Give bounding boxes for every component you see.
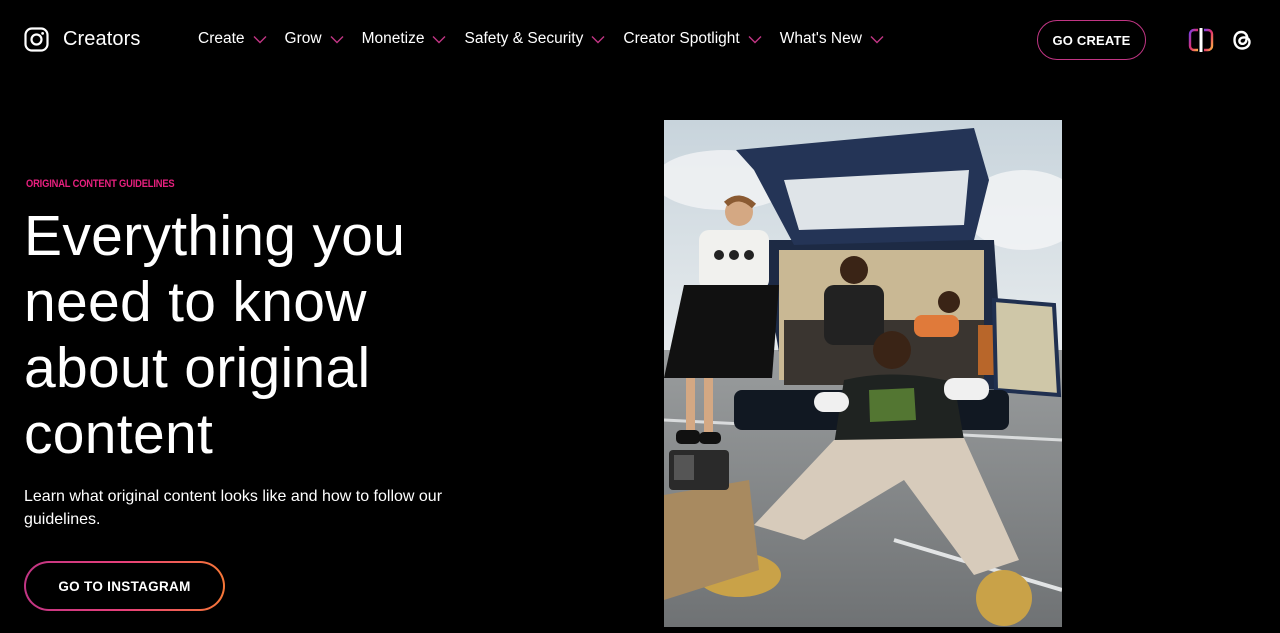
chevron-down-icon (253, 35, 267, 44)
hero-subtext: Learn what original content looks like a… (24, 488, 443, 528)
hero-photo (664, 120, 1062, 627)
go-to-instagram-label: GO TO INSTAGRAM (26, 563, 223, 609)
nav-item-safety-security[interactable]: Safety & Security (464, 30, 605, 48)
nav-label: Create (198, 30, 245, 47)
chevron-down-icon (432, 35, 446, 44)
nav-label: What's New (779, 30, 862, 47)
hero-headline: Everything you need to know about origin… (24, 204, 406, 466)
nav-item-monetize[interactable]: Monetize (362, 30, 447, 48)
chevron-down-icon (870, 35, 884, 44)
hero-eyebrow: ORIGINAL CONTENT GUIDELINES (26, 178, 175, 190)
threads-icon[interactable] (1228, 26, 1256, 59)
go-to-instagram-button[interactable]: GO TO INSTAGRAM (24, 561, 225, 611)
nav-label: Grow (284, 30, 322, 47)
edits-icon[interactable] (1188, 27, 1214, 58)
instagram-icon (24, 27, 49, 52)
brand-logo[interactable]: Creators (24, 27, 141, 52)
chevron-down-icon (330, 35, 344, 44)
main-nav: Create Grow Monetize Safety & Security C… (198, 30, 902, 48)
nav-item-create[interactable]: Create (198, 30, 267, 48)
nav-label: Safety & Security (464, 30, 584, 47)
nav-label: Creator Spotlight (623, 30, 740, 47)
nav-item-creator-spotlight[interactable]: Creator Spotlight (623, 30, 762, 48)
nav-item-whats-new[interactable]: What's New (780, 30, 884, 48)
chevron-down-icon (591, 35, 605, 44)
nav-label: Monetize (361, 30, 425, 47)
chevron-down-icon (748, 35, 762, 44)
nav-item-grow[interactable]: Grow (285, 30, 344, 48)
brand-name: Creators (63, 28, 141, 50)
site-header: Creators Create Grow Monetize Safety & S… (0, 0, 1280, 80)
go-create-button[interactable]: GO CREATE (1037, 20, 1146, 60)
